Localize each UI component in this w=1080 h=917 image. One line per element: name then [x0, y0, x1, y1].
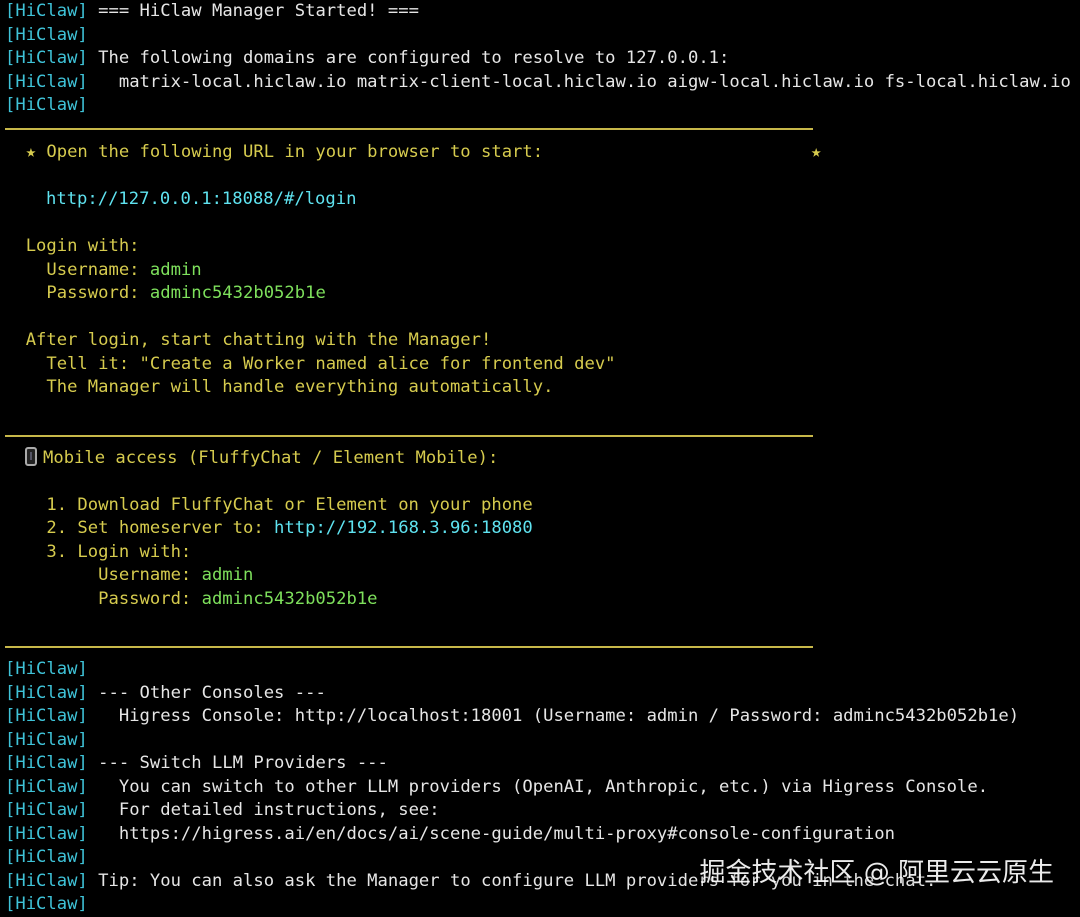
watermark-text: 掘金技术社区 @ 阿里云云原生 — [699, 858, 1054, 888]
log-line: [HiClaw] The following domains are confi… — [5, 47, 1080, 71]
mobile-phone-icon — [25, 446, 37, 466]
higress-console-info: Higress Console: http://localhost:18001 … — [87, 706, 1020, 726]
detailed-instructions: For detailed instructions, see: — [87, 800, 440, 820]
switch-llm-heading: --- Switch LLM Providers --- — [87, 753, 388, 773]
open-url-line: ★ Open the following URL in your browser… — [5, 141, 1080, 165]
log-prefix: [HiClaw] — [5, 823, 88, 844]
star-icon: ★ — [811, 142, 822, 162]
terminal-output: [HiClaw] === HiClaw Manager Started! ===… — [5, 0, 1080, 917]
open-url-instruction: ★ Open the following URL in your browser… — [5, 142, 544, 162]
box-divider — [5, 423, 1080, 447]
switch-llm-description: You can switch to other LLM providers (O… — [87, 776, 989, 797]
password-label: Password: — [5, 283, 150, 303]
log-line: [HiClaw] Higress Console: http://localho… — [5, 705, 1080, 729]
log-prefix: [HiClaw] — [5, 776, 88, 797]
other-consoles-heading: --- Other Consoles --- — [87, 682, 326, 703]
log-line: [HiClaw] === HiClaw Manager Started! === — [5, 0, 1080, 24]
homeserver-url-link[interactable]: http://192.168.3.96:18080 — [274, 518, 533, 538]
log-prefix: [HiClaw] — [5, 800, 88, 820]
docs-url[interactable]: https://higress.ai/en/docs/ai/scene-guid… — [88, 824, 895, 844]
log-prefix: [HiClaw] — [5, 659, 88, 679]
domains-list: matrix-local.hiclaw.io matrix-client-loc… — [87, 71, 1071, 92]
log-line: [HiClaw] You can switch to other LLM pro… — [5, 776, 1080, 800]
log-prefix: [HiClaw] — [5, 1, 88, 21]
login-url-link[interactable]: http://127.0.0.1:18088/#/login — [5, 189, 356, 209]
log-prefix: [HiClaw] — [5, 894, 88, 914]
log-prefix: [HiClaw] — [5, 729, 88, 750]
box-top-border — [5, 118, 1080, 142]
mobile-step-2-label: 2. Set homeserver to: — [5, 518, 275, 538]
box-bottom-border — [5, 635, 1080, 659]
tell-it-text: Tell it: "Create a Worker named alice fo… — [5, 353, 616, 374]
log-prefix: [HiClaw] — [5, 24, 88, 45]
log-line: [HiClaw] — [5, 24, 1080, 48]
log-line: [HiClaw] — [5, 658, 1080, 682]
domains-intro: The following domains are configured to … — [87, 48, 730, 68]
log-line: [HiClaw] --- Switch LLM Providers --- — [5, 752, 1080, 776]
mobile-password-label: Password: — [5, 588, 202, 609]
log-prefix: [HiClaw] — [5, 71, 88, 92]
mobile-username-value: admin — [201, 565, 254, 585]
log-prefix: [HiClaw] — [5, 682, 88, 703]
log-prefix: [HiClaw] — [5, 95, 88, 115]
log-prefix: [HiClaw] — [5, 706, 88, 726]
mobile-access-title: Mobile access (FluffyChat / Element Mobi… — [43, 447, 499, 468]
mobile-password-value: adminc5432b052b1e — [201, 588, 378, 609]
login-with-label: Login with: — [5, 236, 140, 256]
username-value: admin — [149, 259, 202, 280]
mobile-step-1: 1. Download FluffyChat or Element on you… — [5, 494, 533, 515]
username-label: Username: — [5, 259, 150, 280]
log-line: [HiClaw] https://higress.ai/en/docs/ai/s… — [5, 823, 1080, 847]
log-prefix: [HiClaw] — [5, 847, 88, 867]
log-line: [HiClaw] — [5, 729, 1080, 753]
handle-text: The Manager will handle everything autom… — [5, 377, 554, 397]
log-line: [HiClaw] — [5, 893, 1080, 917]
log-line: [HiClaw] — [5, 94, 1080, 118]
mobile-username-label: Username: — [5, 565, 202, 585]
log-prefix: [HiClaw] — [5, 48, 88, 68]
mobile-step-3: 3. Login with: — [5, 541, 192, 562]
after-login-text: After login, start chatting with the Man… — [5, 330, 492, 350]
log-line: [HiClaw] --- Other Consoles --- — [5, 682, 1080, 706]
log-prefix: [HiClaw] — [5, 753, 88, 773]
started-message: === HiClaw Manager Started! === — [87, 1, 419, 21]
log-prefix: [HiClaw] — [5, 870, 88, 891]
log-line: [HiClaw] matrix-local.hiclaw.io matrix-c… — [5, 71, 1080, 95]
password-value: adminc5432b052b1e — [149, 283, 326, 303]
log-line: [HiClaw] For detailed instructions, see: — [5, 799, 1080, 823]
